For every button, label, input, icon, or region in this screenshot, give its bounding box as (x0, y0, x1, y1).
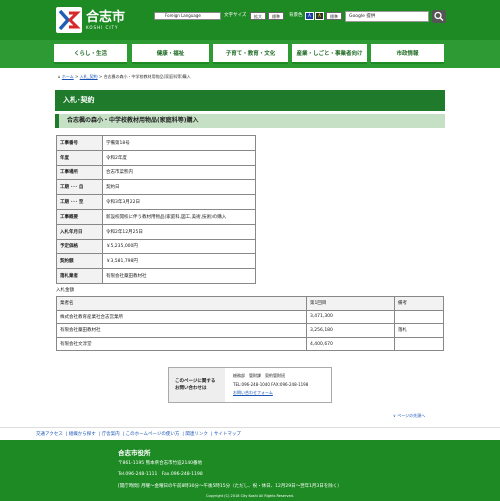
table-cell: 3,256,180 (306, 323, 395, 338)
table-row: 契約額 ￥3,581,798円 (56, 253, 256, 270)
search-icon (434, 11, 444, 21)
footer-links: 交通アクセス | 組織から探す | 庁舎案内 | このホームページの使い方 | 関連リン… (0, 427, 500, 440)
info-value: 合志市菜熊内 (102, 164, 256, 181)
column-header: 業者名 (56, 296, 307, 311)
info-key: 工期 ･･･ 自 (56, 179, 103, 196)
contract-info-table: 工事番号 学備第18号 年度 令和2年度 工事場所 合志市菜熊内 工期 ･･･ 自契約日 工期… (56, 135, 256, 284)
info-key: 工事概要 (56, 208, 103, 225)
table-row: 予定価格 ￥5,235,000円 (56, 238, 256, 255)
table-cell: 株式会社教育産業社合志営業所 (56, 309, 307, 325)
contact-dept: 総務部 管財課 契約管財班 (233, 373, 285, 378)
breadcrumb-current: 合志楓の森小・中学校教材用物品(家庭科等)購入 (103, 74, 191, 79)
page-subtitle: 合志楓の森小・中学校教材用物品(家庭科等)購入 (55, 114, 445, 128)
bg-color-label: 背景色 (289, 13, 303, 18)
table-row: 株式会社教育産業社合志営業所 3,471,300 (56, 309, 444, 325)
site-logo[interactable]: 合志市 KOSHI CITY (56, 6, 125, 34)
info-value: 契約日 (102, 179, 256, 196)
nav-childcare-education[interactable]: 子育て・教育・文化 (213, 44, 288, 64)
site-footer: 合志市役所 〒861-1195 熊本県合志市竹迫2140番地 Tel.096-2… (0, 440, 500, 501)
breadcrumb-bidding[interactable]: 入札_契約 (80, 74, 98, 79)
table-row: 工期 ･･･ 自契約日 (56, 179, 256, 196)
site-header: 合志市 KOSHI CITY Foreign Language 文字サイズ 拡大… (0, 0, 500, 40)
bid-amount-table: 業者名 第1回目 備考 株式会社教育産業社合志営業所 3,471,300 有限会社藁… (56, 296, 444, 352)
table-cell: 有限会社藁田教材社 (56, 323, 307, 338)
bg-color-normal-button[interactable]: 標準 (326, 12, 342, 20)
copyright: Copyright (C) 2018 City Koshi All Rights… (206, 494, 294, 498)
table-row: 有限会社藁田教材社 3,256,180 落札 (56, 323, 444, 338)
text-size-label: 文字サイズ (224, 13, 247, 18)
home-icon: ⌂ (58, 74, 61, 79)
footer-title: 合志市役所 (118, 449, 151, 457)
table-header-row: 業者名 第1回目 備考 (56, 296, 444, 311)
table-row: 落札業者 有限会社藁田教材社 (56, 268, 256, 284)
contact-box: このページに関する お問い合わせは 総務部 管財課 契約管財班 TEL:096-… (168, 367, 332, 403)
table-cell: 4,400,670 (306, 336, 395, 352)
table-row: 入札年月日 令和2年12月25日 (56, 223, 256, 240)
info-key: 入札年月日 (56, 223, 103, 240)
table-row: 工事場所 合志市菜熊内 (56, 164, 256, 181)
info-key: 工事番号 (56, 135, 103, 151)
footer-link-related[interactable]: 関連リンク (185, 432, 208, 437)
nav-health-welfare[interactable]: 健康・福祉 (132, 44, 209, 64)
table-row: 年度 令和2年度 (56, 149, 256, 166)
column-header: 第1回目 (306, 296, 395, 311)
table-cell (394, 309, 444, 325)
contact-title: このページに関する お問い合わせは (169, 368, 225, 402)
bg-color-black-button[interactable]: A (315, 12, 324, 20)
nav-living[interactable]: くらし・生活 (54, 44, 127, 64)
table-row: 有限会社文淳堂 4,400,670 (56, 336, 444, 352)
search-button[interactable] (432, 10, 446, 23)
contact-phone: TEL:096-248-1040 FAX:096-248-1198 (233, 381, 309, 387)
footer-link-organization[interactable]: 組織から探す (69, 432, 96, 437)
page-title: 入札･契約 (55, 90, 445, 111)
footer-phone: Tel.096-248-1111 Fax.096-248-1198 (118, 472, 203, 477)
table-row: 工事概要 新設校開校に伴う教材用物品(家庭科,図工,美術,技術)の購入 (56, 208, 256, 225)
footer-hours: [開庁時間] 月曜～金曜日の午前8時30分～午後5時15分（ただし、祝・休日、1… (118, 484, 342, 489)
page-top-link[interactable]: ∨ ページの先頭へ (393, 413, 425, 419)
nav-industry-business[interactable]: 産業・しごと・事業者向け (292, 44, 367, 64)
column-header: 備考 (394, 296, 444, 311)
info-value: 令和2年度 (102, 149, 256, 166)
footer-address: 〒861-1195 熊本県合志市竹迫2140番地 (118, 461, 203, 466)
search-input[interactable]: Google 提供 (345, 11, 429, 22)
table-row: 工事番号 学備第18号 (56, 135, 256, 151)
table-row: 工期 ･･･ 至令和3年3月22日 (56, 194, 256, 210)
site-subtitle: KOSHI CITY (86, 24, 119, 30)
info-value: 新設校開校に伴う教材用物品(家庭科,図工,美術,技術)の購入 (102, 208, 256, 225)
info-key: 工期 ･･･ 至 (56, 194, 103, 210)
foreign-language-select[interactable]: Foreign Language (154, 12, 221, 20)
info-key: 年度 (56, 149, 103, 166)
city-emblem-icon (56, 7, 82, 33)
main-nav: くらし・生活 健康・福祉 子育て・教育・文化 産業・しごと・事業者向け 市政情報 (0, 40, 500, 68)
text-size-large-button[interactable]: 拡大 (250, 12, 266, 20)
table-cell: 有限会社文淳堂 (56, 336, 307, 352)
info-value: 令和2年12月25日 (102, 223, 256, 240)
site-title: 合志市 (86, 9, 126, 25)
text-size-normal-button[interactable]: 標準 (268, 12, 284, 20)
info-value: 令和3年3月22日 (102, 194, 256, 210)
bg-color-blue-button[interactable]: A (305, 12, 314, 20)
contact-form-link[interactable]: お問い合わせフォーム (233, 389, 308, 398)
info-value: ￥5,235,000円 (102, 238, 256, 255)
info-key: 工事場所 (56, 164, 103, 181)
breadcrumb: ⌂ ホーム > 入札_契約 > 合志楓の森小・中学校教材用物品(家庭科等)購入 (58, 74, 191, 79)
info-value: 学備第18号 (102, 135, 256, 151)
table-cell: 落札 (394, 323, 444, 338)
info-value: ￥3,581,798円 (102, 253, 256, 270)
footer-link-access[interactable]: 交通アクセス (36, 432, 63, 437)
footer-link-office-guide[interactable]: 庁舎案内 (102, 432, 120, 437)
info-value: 有限会社藁田教材社 (102, 268, 256, 284)
footer-link-sitemap[interactable]: サイトマップ (214, 432, 241, 437)
nav-city-info[interactable]: 市政情報 (371, 44, 444, 64)
info-key: 落札業者 (56, 268, 103, 284)
table-cell (394, 336, 444, 352)
breadcrumb-home[interactable]: ホーム (62, 74, 74, 79)
footer-link-howto[interactable]: このホームページの使い方 (126, 432, 180, 437)
info-key: 契約額 (56, 253, 103, 270)
bid-caption: 入札金額 (56, 288, 74, 293)
info-key: 予定価格 (56, 238, 103, 255)
table-cell: 3,471,300 (306, 309, 395, 325)
